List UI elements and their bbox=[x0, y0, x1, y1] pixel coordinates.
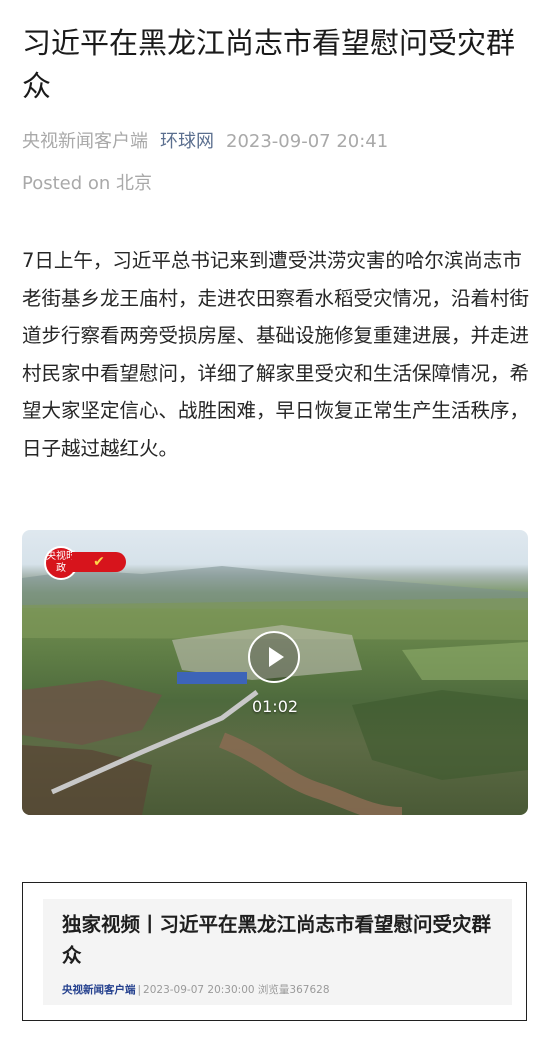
related-video-meta: 央视新闻客户端 | 2023-09-07 20:30:00 浏览量367628 bbox=[62, 983, 330, 997]
source-primary: 央视新闻客户端 bbox=[22, 131, 148, 152]
article-body: 7日上午，习近平总书记来到遭受洪涝灾害的哈尔滨尚志市老街基乡龙王庙村，走进农田察… bbox=[22, 249, 530, 460]
play-button[interactable] bbox=[248, 631, 300, 683]
related-video-views: 浏览量367628 bbox=[257, 984, 330, 996]
article-page: 习近平在黑龙江尚志市看望慰问受灾群众 央视新闻客户端 环球网 2023-09-07 … bbox=[0, 0, 547, 1051]
video-player[interactable]: 央视时政 ✔ 01:02 bbox=[22, 530, 528, 815]
play-icon bbox=[269, 647, 284, 667]
related-video-card-content: 独家视频丨习近平在黑龙江尚志市看望慰问受灾群众 央视新闻客户端 | 2023-09-… bbox=[43, 899, 512, 1005]
source-secondary-link[interactable]: 环球网 bbox=[160, 131, 214, 152]
related-video-title[interactable]: 独家视频丨习近平在黑龙江尚志市看望慰问受灾群众 bbox=[62, 909, 502, 971]
meta-separator: | bbox=[137, 984, 142, 996]
related-video-source: 央视新闻客户端 bbox=[62, 984, 136, 996]
publish-datetime: 2023-09-07 20:41 bbox=[226, 131, 389, 152]
posted-location: Posted on 北京 bbox=[22, 173, 153, 194]
related-video-card[interactable]: 独家视频丨习近平在黑龙江尚志市看望慰问受灾群众 央视新闻客户端 | 2023-09-… bbox=[22, 882, 527, 1021]
video-duration: 01:02 bbox=[251, 697, 299, 716]
article-title: 习近平在黑龙江尚志市看望慰问受灾群众 bbox=[22, 26, 516, 103]
related-video-datetime: 2023-09-07 20:30:00 bbox=[143, 984, 255, 996]
logo-ribbon-icon: ✔ bbox=[72, 552, 126, 572]
article-meta: 央视新闻客户端 环球网 2023-09-07 20:41 bbox=[22, 128, 388, 156]
